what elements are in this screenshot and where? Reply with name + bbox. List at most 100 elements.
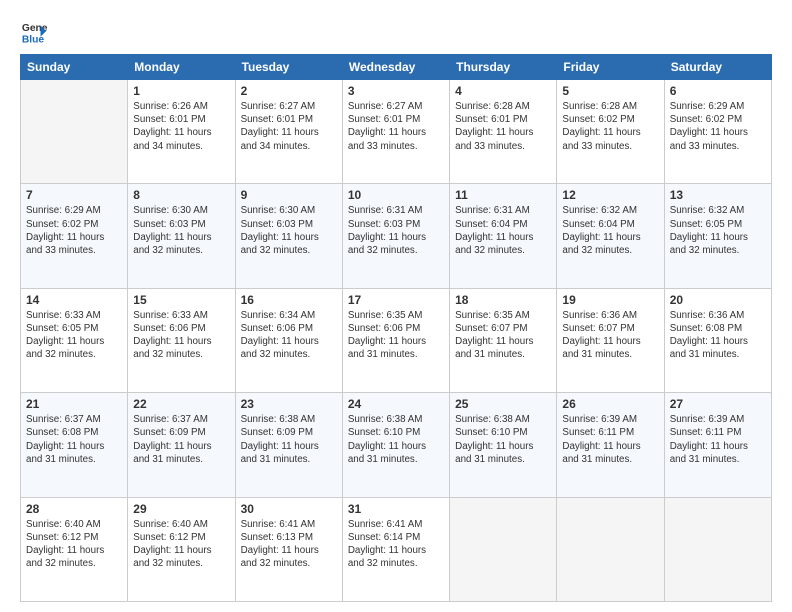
calendar-week-4: 21 Sunrise: 6:37 AMSunset: 6:08 PMDayligh… bbox=[21, 393, 772, 497]
calendar-cell: 4 Sunrise: 6:28 AMSunset: 6:01 PMDaylight… bbox=[450, 80, 557, 184]
day-number: 1 bbox=[133, 84, 229, 98]
day-info: Sunrise: 6:28 AMSunset: 6:01 PMDaylight:… bbox=[455, 100, 551, 153]
day-number: 11 bbox=[455, 188, 551, 202]
calendar-cell: 5Sunrise: 6:28 AMSunset: 6:02 PMDaylight… bbox=[557, 80, 664, 184]
day-info: Sunrise: 6:35 AMSunset: 6:06 PMDaylight:… bbox=[348, 309, 444, 362]
weekday-header-tuesday: Tuesday bbox=[235, 55, 342, 80]
day-info: Sunrise: 6:30 AMSunset: 6:03 PMDaylight:… bbox=[133, 204, 229, 257]
calendar-week-2: 7 Sunrise: 6:29 AMSunset: 6:02 PMDaylight… bbox=[21, 184, 772, 288]
day-info: Sunrise: 6:38 AMSunset: 6:10 PMDaylight:… bbox=[455, 413, 551, 466]
calendar-cell: 9 Sunrise: 6:30 AMSunset: 6:03 PMDaylight… bbox=[235, 184, 342, 288]
calendar-cell: 19 Sunrise: 6:36 AMSunset: 6:07 PMDayligh… bbox=[557, 288, 664, 392]
logo: General Blue bbox=[20, 18, 52, 46]
calendar-cell: 22Sunrise: 6:37 AMSunset: 6:09 PMDayligh… bbox=[128, 393, 235, 497]
calendar-cell: 11 Sunrise: 6:31 AMSunset: 6:04 PMDayligh… bbox=[450, 184, 557, 288]
day-info: Sunrise: 6:40 AMSunset: 6:12 PMDaylight:… bbox=[133, 518, 229, 571]
day-number: 22 bbox=[133, 397, 229, 411]
calendar-cell: 17 Sunrise: 6:35 AMSunset: 6:06 PMDayligh… bbox=[342, 288, 449, 392]
day-info: Sunrise: 6:29 AMSunset: 6:02 PMDaylight:… bbox=[670, 100, 766, 153]
day-info: Sunrise: 6:33 AMSunset: 6:06 PMDaylight:… bbox=[133, 309, 229, 362]
day-info: Sunrise: 6:37 AMSunset: 6:08 PMDaylight:… bbox=[26, 413, 122, 466]
day-number: 4 bbox=[455, 84, 551, 98]
day-number: 14 bbox=[26, 293, 122, 307]
day-number: 29 bbox=[133, 502, 229, 516]
calendar-cell: 16 Sunrise: 6:34 AMSunset: 6:06 PMDayligh… bbox=[235, 288, 342, 392]
calendar-cell: 2Sunrise: 6:27 AMSunset: 6:01 PMDaylight… bbox=[235, 80, 342, 184]
calendar-cell: 23Sunrise: 6:38 AMSunset: 6:09 PMDayligh… bbox=[235, 393, 342, 497]
calendar-cell: 26 Sunrise: 6:39 AMSunset: 6:11 PMDayligh… bbox=[557, 393, 664, 497]
day-number: 9 bbox=[241, 188, 337, 202]
day-info: Sunrise: 6:33 AMSunset: 6:05 PMDaylight:… bbox=[26, 309, 122, 362]
day-number: 6 bbox=[670, 84, 766, 98]
weekday-header-monday: Monday bbox=[128, 55, 235, 80]
calendar-cell: 6 Sunrise: 6:29 AMSunset: 6:02 PMDaylight… bbox=[664, 80, 771, 184]
calendar-cell: 18Sunrise: 6:35 AMSunset: 6:07 PMDayligh… bbox=[450, 288, 557, 392]
weekday-header-thursday: Thursday bbox=[450, 55, 557, 80]
weekday-header-sunday: Sunday bbox=[21, 55, 128, 80]
day-number: 3 bbox=[348, 84, 444, 98]
day-info: Sunrise: 6:31 AMSunset: 6:04 PMDaylight:… bbox=[455, 204, 551, 257]
day-info: Sunrise: 6:32 AMSunset: 6:05 PMDaylight:… bbox=[670, 204, 766, 257]
day-info: Sunrise: 6:30 AMSunset: 6:03 PMDaylight:… bbox=[241, 204, 337, 257]
day-number: 16 bbox=[241, 293, 337, 307]
calendar-table: SundayMondayTuesdayWednesdayThursdayFrid… bbox=[20, 54, 772, 602]
weekday-header-row: SundayMondayTuesdayWednesdayThursdayFrid… bbox=[21, 55, 772, 80]
calendar-cell bbox=[450, 497, 557, 601]
calendar-cell: 8 Sunrise: 6:30 AMSunset: 6:03 PMDaylight… bbox=[128, 184, 235, 288]
day-number: 26 bbox=[562, 397, 658, 411]
day-info: Sunrise: 6:38 AMSunset: 6:09 PMDaylight:… bbox=[241, 413, 337, 466]
weekday-header-saturday: Saturday bbox=[664, 55, 771, 80]
calendar-cell: 30 Sunrise: 6:41 AMSunset: 6:13 PMDayligh… bbox=[235, 497, 342, 601]
day-number: 19 bbox=[562, 293, 658, 307]
day-info: Sunrise: 6:29 AMSunset: 6:02 PMDaylight:… bbox=[26, 204, 122, 257]
calendar-cell: 28 Sunrise: 6:40 AMSunset: 6:12 PMDayligh… bbox=[21, 497, 128, 601]
calendar-cell: 12Sunrise: 6:32 AMSunset: 6:04 PMDayligh… bbox=[557, 184, 664, 288]
day-number: 12 bbox=[562, 188, 658, 202]
day-number: 2 bbox=[241, 84, 337, 98]
day-number: 13 bbox=[670, 188, 766, 202]
day-info: Sunrise: 6:34 AMSunset: 6:06 PMDaylight:… bbox=[241, 309, 337, 362]
day-number: 30 bbox=[241, 502, 337, 516]
day-info: Sunrise: 6:41 AMSunset: 6:13 PMDaylight:… bbox=[241, 518, 337, 571]
day-number: 8 bbox=[133, 188, 229, 202]
day-info: Sunrise: 6:35 AMSunset: 6:07 PMDaylight:… bbox=[455, 309, 551, 362]
calendar-cell: 1 Sunrise: 6:26 AMSunset: 6:01 PMDaylight… bbox=[128, 80, 235, 184]
calendar-cell: 7 Sunrise: 6:29 AMSunset: 6:02 PMDaylight… bbox=[21, 184, 128, 288]
day-number: 20 bbox=[670, 293, 766, 307]
calendar-week-5: 28 Sunrise: 6:40 AMSunset: 6:12 PMDayligh… bbox=[21, 497, 772, 601]
day-info: Sunrise: 6:39 AMSunset: 6:11 PMDaylight:… bbox=[670, 413, 766, 466]
day-info: Sunrise: 6:41 AMSunset: 6:14 PMDaylight:… bbox=[348, 518, 444, 571]
day-info: Sunrise: 6:27 AMSunset: 6:01 PMDaylight:… bbox=[348, 100, 444, 153]
day-number: 21 bbox=[26, 397, 122, 411]
day-number: 31 bbox=[348, 502, 444, 516]
day-info: Sunrise: 6:38 AMSunset: 6:10 PMDaylight:… bbox=[348, 413, 444, 466]
day-info: Sunrise: 6:26 AMSunset: 6:01 PMDaylight:… bbox=[133, 100, 229, 153]
calendar-cell: 10 Sunrise: 6:31 AMSunset: 6:03 PMDayligh… bbox=[342, 184, 449, 288]
day-info: Sunrise: 6:36 AMSunset: 6:07 PMDaylight:… bbox=[562, 309, 658, 362]
day-info: Sunrise: 6:31 AMSunset: 6:03 PMDaylight:… bbox=[348, 204, 444, 257]
calendar-week-3: 14 Sunrise: 6:33 AMSunset: 6:05 PMDayligh… bbox=[21, 288, 772, 392]
day-info: Sunrise: 6:40 AMSunset: 6:12 PMDaylight:… bbox=[26, 518, 122, 571]
header: General Blue bbox=[20, 18, 772, 46]
day-info: Sunrise: 6:36 AMSunset: 6:08 PMDaylight:… bbox=[670, 309, 766, 362]
calendar-cell: 15 Sunrise: 6:33 AMSunset: 6:06 PMDayligh… bbox=[128, 288, 235, 392]
calendar-cell: 27 Sunrise: 6:39 AMSunset: 6:11 PMDayligh… bbox=[664, 393, 771, 497]
day-number: 28 bbox=[26, 502, 122, 516]
calendar-cell: 3 Sunrise: 6:27 AMSunset: 6:01 PMDaylight… bbox=[342, 80, 449, 184]
calendar-cell: 29 Sunrise: 6:40 AMSunset: 6:12 PMDayligh… bbox=[128, 497, 235, 601]
calendar-cell: 25 Sunrise: 6:38 AMSunset: 6:10 PMDayligh… bbox=[450, 393, 557, 497]
day-number: 10 bbox=[348, 188, 444, 202]
calendar-cell: 21 Sunrise: 6:37 AMSunset: 6:08 PMDayligh… bbox=[21, 393, 128, 497]
day-number: 7 bbox=[26, 188, 122, 202]
weekday-header-friday: Friday bbox=[557, 55, 664, 80]
day-number: 25 bbox=[455, 397, 551, 411]
calendar-cell bbox=[21, 80, 128, 184]
calendar-cell bbox=[557, 497, 664, 601]
day-info: Sunrise: 6:39 AMSunset: 6:11 PMDaylight:… bbox=[562, 413, 658, 466]
calendar-cell: 13 Sunrise: 6:32 AMSunset: 6:05 PMDayligh… bbox=[664, 184, 771, 288]
calendar-cell: 31 Sunrise: 6:41 AMSunset: 6:14 PMDayligh… bbox=[342, 497, 449, 601]
day-number: 15 bbox=[133, 293, 229, 307]
day-number: 27 bbox=[670, 397, 766, 411]
day-number: 17 bbox=[348, 293, 444, 307]
day-info: Sunrise: 6:28 AMSunset: 6:02 PMDaylight:… bbox=[562, 100, 658, 153]
